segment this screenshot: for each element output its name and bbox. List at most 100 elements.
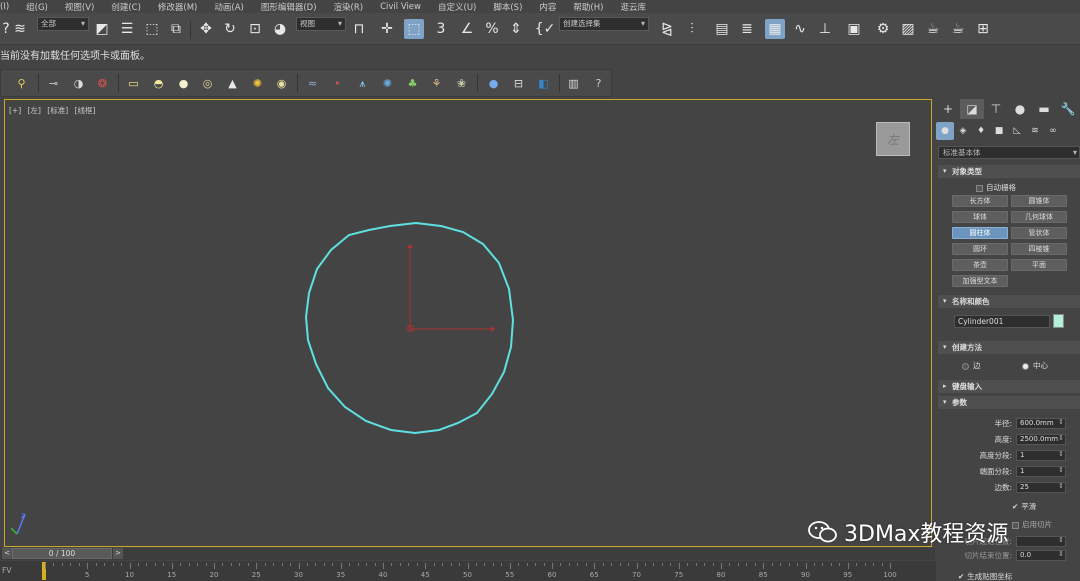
percent-snap-icon[interactable]: % — [482, 19, 502, 39]
material-editor-icon[interactable]: ▣ — [844, 19, 864, 39]
parameters-rollout-header[interactable]: ▾ 参数 — [938, 396, 1080, 409]
height-segments-spinner[interactable]: 1 — [1016, 450, 1066, 461]
material-sphere-icon[interactable]: ● — [486, 76, 501, 91]
toggle-ribbon-icon[interactable]: ▦ — [765, 19, 785, 39]
pivot-icon[interactable]: ⊓ — [349, 19, 369, 39]
menu-item-customize[interactable]: 自定义(U) — [438, 1, 476, 13]
selection-filter-dropdown[interactable]: 全部 — [37, 17, 89, 31]
spacewarps-sub-icon[interactable]: ≋ — [1026, 122, 1044, 140]
shell-icon[interactable]: ❀ — [454, 76, 469, 91]
smooth-checkbox[interactable]: ✔ 平滑 — [1012, 501, 1036, 512]
tube-button[interactable]: 管状体 — [1011, 227, 1067, 239]
geometry-icon[interactable]: ● — [936, 122, 954, 140]
geosphere-icon[interactable]: ◉ — [274, 76, 289, 91]
cylinder-button[interactable]: 圆柱体 — [952, 227, 1008, 239]
toggle-layer-explorer-icon[interactable]: ≣ — [737, 19, 757, 39]
time-slider[interactable]: < 0 / 100 > — [0, 547, 936, 561]
systems-icon[interactable]: ⩚ — [355, 76, 370, 91]
edge-radio[interactable]: 边 — [962, 360, 981, 371]
sun-icon[interactable]: ✺ — [250, 76, 265, 91]
filter-toggle-label[interactable]: FV — [2, 566, 11, 575]
render-frame-icon[interactable]: ◧ — [536, 76, 551, 91]
next-frame-icon[interactable]: > — [113, 548, 123, 559]
snaps-toggle-icon[interactable]: 3 — [431, 19, 451, 39]
menu-item-create[interactable]: 创建(C) — [111, 1, 141, 13]
menu-item-scripting[interactable]: 脚本(S) — [493, 1, 522, 13]
shapes-icon[interactable]: ◈ — [954, 122, 972, 140]
sphere-button[interactable]: 球体 — [952, 211, 1008, 223]
scale-icon[interactable]: ⊡ — [245, 19, 265, 39]
cone-icon[interactable]: ▲ — [225, 76, 240, 91]
render-setting-icon[interactable]: ⊟ — [511, 76, 526, 91]
render-iterative-icon[interactable]: ☕ — [948, 19, 968, 39]
motion-tab-icon[interactable]: ● — [1008, 99, 1032, 119]
object-type-rollout-header[interactable]: ▾ 对象类型 — [938, 165, 1080, 178]
rotate-icon[interactable]: ↻ — [220, 19, 240, 39]
lights-sub-icon[interactable]: ♦ — [972, 122, 990, 140]
rectangular-selection-icon[interactable]: ⬚ — [142, 19, 162, 39]
pyramid-button[interactable]: 四棱锥 — [1011, 243, 1067, 255]
cap-segments-spinner[interactable]: 1 — [1016, 466, 1066, 477]
utilities-tab-icon[interactable]: 🔧 — [1056, 99, 1080, 119]
menu-item[interactable]: (I) — [0, 2, 9, 12]
menu-item-views[interactable]: 视图(V) — [65, 1, 94, 13]
textplus-button[interactable]: 加强型文本 — [952, 275, 1008, 287]
menu-item-help[interactable]: 帮助(H) — [573, 1, 603, 13]
prev-frame-icon[interactable]: < — [2, 548, 12, 559]
torus-button[interactable]: 圆环 — [952, 243, 1008, 255]
menu-item-modifiers[interactable]: 修改器(M) — [158, 1, 197, 13]
menu-item-cloud[interactable]: 逛云库 — [620, 1, 646, 13]
hemisphere-icon[interactable]: ◓ — [151, 76, 166, 91]
fluids-icon[interactable]: ✺ — [380, 76, 395, 91]
helpers-sub-icon[interactable]: ◺ — [1008, 122, 1026, 140]
systems-sub-icon[interactable]: ∞ — [1044, 122, 1062, 140]
slice-on-checkbox[interactable]: 启用切片 — [1012, 519, 1052, 530]
menu-item-animation[interactable]: 动画(A) — [214, 1, 243, 13]
menu-item-content[interactable]: 内容 — [539, 1, 556, 13]
curve-editor-icon[interactable]: ∿ — [790, 19, 810, 39]
select-by-name-icon[interactable]: ☰ — [117, 19, 137, 39]
display-tab-icon[interactable]: ▬ — [1032, 99, 1056, 119]
helpers-icon[interactable]: ❂ — [95, 76, 110, 91]
time-slider-thumb[interactable]: 0 / 100 — [12, 548, 112, 559]
center-radio[interactable]: 中心 — [1022, 360, 1048, 371]
primitive-category-dropdown[interactable]: 标准基本体 — [938, 146, 1080, 159]
gen-map-coords-checkbox[interactable]: ✔ 生成贴图坐标 — [958, 571, 1012, 581]
hair-icon[interactable]: ⚘ — [429, 76, 444, 91]
place-icon[interactable]: ◕ — [270, 19, 290, 39]
plane-button[interactable]: 平面 — [1011, 259, 1067, 271]
menu-item-rendering[interactable]: 渲染(R) — [334, 1, 364, 13]
schematic-view-icon[interactable]: ⊥ — [815, 19, 835, 39]
height-spinner[interactable]: 2500.0mm — [1016, 434, 1066, 445]
track-bar[interactable]: FV 5 10 15 20 25 30 35 40 45 50 55 60 65 70 75 80 85 90 95… — [0, 561, 936, 581]
create-selection-icon[interactable]: ⚲ — [14, 76, 29, 91]
help-icon[interactable]: ? — [591, 76, 606, 91]
box-primitive-icon[interactable]: ▭ — [126, 76, 141, 91]
render-setup-icon[interactable]: ⚙ — [873, 19, 893, 39]
keyboard-shortcut-toggle-icon[interactable]: ⬚ — [404, 19, 424, 39]
move-icon[interactable]: ✥ — [196, 19, 216, 39]
left-viewport[interactable]: [+] [左] [标准] [线框] 左 z — [4, 99, 932, 547]
menu-item-graph-editors[interactable]: 图形编辑器(D) — [261, 1, 317, 13]
particle-icon[interactable]: ⁍ — [330, 76, 345, 91]
teapot-button[interactable]: 茶壶 — [952, 259, 1008, 271]
object-color-swatch[interactable] — [1053, 314, 1064, 328]
spinner-snap-icon[interactable]: ⇕ — [506, 19, 526, 39]
select-manipulate-icon[interactable]: ✛ — [377, 19, 397, 39]
cone-button[interactable]: 圆锥体 — [1011, 195, 1067, 207]
create-tab-icon[interactable]: + — [936, 99, 960, 119]
layer-icon[interactable]: ▥ — [566, 76, 581, 91]
geosphere-button[interactable]: 几何球体 — [1011, 211, 1067, 223]
edit-named-sets-icon[interactable]: {✓ — [535, 19, 556, 39]
toggle-scene-explorer-icon[interactable]: ▤ — [712, 19, 732, 39]
mirror-icon[interactable]: ⧎ — [657, 19, 677, 39]
box-button[interactable]: 长方体 — [952, 195, 1008, 207]
object-name-input[interactable]: Cylinder001 — [954, 315, 1050, 328]
radius-spinner[interactable]: 600.0mm — [1016, 418, 1066, 429]
menu-item-civil-view[interactable]: Civil View — [380, 2, 421, 12]
torus-icon[interactable]: ◎ — [200, 76, 215, 91]
creation-method-rollout-header[interactable]: ▾ 创建方法 — [938, 341, 1080, 354]
window-crossing-icon[interactable]: ⧉ — [166, 19, 186, 39]
select-object-icon[interactable]: ◩ — [92, 19, 112, 39]
name-color-rollout-header[interactable]: ▾ 名称和颜色 — [938, 295, 1080, 308]
